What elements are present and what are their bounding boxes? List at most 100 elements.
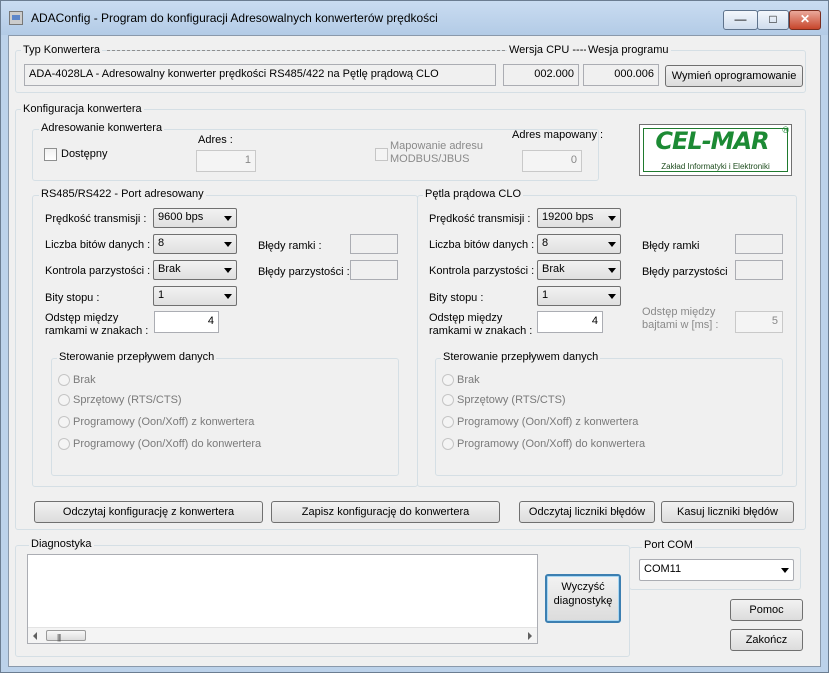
addressing-legend: Adresowanie konwertera bbox=[39, 122, 165, 134]
clo-speed-select[interactable]: 19200 bps bbox=[537, 208, 621, 228]
port-value: COM11 bbox=[644, 563, 682, 575]
cpu-version-field: 002.000 bbox=[503, 64, 579, 86]
rs485-flow-label-sw-from: Programowy (Oon/Xoff) z konwertera bbox=[73, 416, 255, 428]
rs485-frame-errors-field bbox=[350, 234, 398, 254]
clo-flow-radio-none[interactable] bbox=[442, 374, 454, 386]
chevron-down-icon bbox=[224, 216, 232, 221]
chevron-down-icon bbox=[224, 242, 232, 247]
clo-speed-value: 19200 bps bbox=[542, 211, 594, 223]
write-config-button[interactable]: Zapisz konfigurację do konwertera bbox=[271, 501, 500, 523]
app-icon bbox=[9, 11, 23, 25]
update-firmware-button[interactable]: Wymień oprogramowanie bbox=[665, 65, 803, 87]
reset-counters-button[interactable]: Kasuj liczniki błędów bbox=[661, 501, 794, 523]
rs485-flow-radio-sw-to[interactable] bbox=[58, 438, 70, 450]
exit-button[interactable]: Zakończ bbox=[730, 629, 803, 651]
mapped-address-field[interactable]: 0 bbox=[522, 150, 582, 172]
minimize-button[interactable]: — bbox=[723, 10, 758, 30]
address-field[interactable]: 1 bbox=[196, 150, 256, 172]
diagnostics-legend: Diagnostyka bbox=[29, 538, 94, 550]
rs485-parity-value: Brak bbox=[158, 263, 181, 275]
clo-flow-radio-sw-from[interactable] bbox=[442, 416, 454, 428]
clo-gap-field[interactable]: 4 bbox=[537, 311, 603, 333]
rs485-stop-value: 1 bbox=[158, 289, 165, 301]
close-button[interactable]: ✕ bbox=[789, 10, 821, 30]
mapping-checkbox[interactable] bbox=[375, 148, 388, 161]
scroll-thumb[interactable]: ||| bbox=[46, 630, 86, 642]
diagnostics-hscrollbar[interactable]: ||| bbox=[28, 627, 537, 643]
rs485-legend: RS485/RS422 - Port adresowany bbox=[39, 188, 206, 200]
chevron-down-icon bbox=[608, 242, 616, 247]
clo-flow-radio-sw-to[interactable] bbox=[442, 438, 454, 450]
clo-stop-select[interactable]: 1 bbox=[537, 286, 621, 306]
read-counters-button[interactable]: Odczytaj liczniki błędów bbox=[519, 501, 655, 523]
maximize-button[interactable]: □ bbox=[757, 10, 789, 30]
cpu-legend: Wersja CPU ---- bbox=[507, 44, 590, 56]
celmar-logo: CEL-MAR ® Zakład Informatyki i Elektroni… bbox=[639, 124, 792, 176]
rs485-parity-errors-label: Błędy parzystości : bbox=[258, 266, 350, 278]
program-legend: Wesja programu bbox=[586, 44, 671, 56]
clo-speed-label: Prędkość transmisji : bbox=[429, 213, 531, 225]
rs485-parity-label: Kontrola parzystości : bbox=[45, 265, 151, 277]
clo-bits-label: Liczba bitów danych : bbox=[429, 239, 535, 251]
program-version-field: 000.006 bbox=[583, 64, 659, 86]
clo-stop-label: Bity stopu : bbox=[429, 292, 484, 304]
window-title: ADAConfig - Program do konfiguracji Adre… bbox=[31, 11, 438, 25]
clo-parity-value: Brak bbox=[542, 263, 565, 275]
clo-parity-errors-field bbox=[735, 260, 783, 280]
clo-byte-gap-field[interactable]: 5 bbox=[735, 311, 783, 333]
logo-registered: ® bbox=[782, 125, 789, 135]
port-legend: Port COM bbox=[642, 539, 695, 551]
read-config-button[interactable]: Odczytaj konfigurację z konwertera bbox=[34, 501, 263, 523]
rs485-flow-radio-hardware[interactable] bbox=[58, 394, 70, 406]
chevron-down-icon bbox=[224, 294, 232, 299]
rs485-gap-label-line2: ramkami w znakach : bbox=[45, 325, 149, 337]
clo-parity-select[interactable]: Brak bbox=[537, 260, 621, 280]
logo-tagline: Zakład Informatyki i Elektroniki bbox=[661, 162, 770, 171]
clo-byte-gap-label: Odstęp między bajtami w [ms] : bbox=[642, 306, 718, 332]
rs485-flow-radio-sw-from[interactable] bbox=[58, 416, 70, 428]
rs485-speed-select[interactable]: 9600 bps bbox=[153, 208, 237, 228]
type-divider bbox=[107, 50, 505, 51]
minimize-icon: — bbox=[734, 12, 747, 26]
rs485-speed-label: Prędkość transmisji : bbox=[45, 213, 147, 225]
diagnostics-log[interactable]: ||| bbox=[27, 554, 538, 644]
chevron-down-icon bbox=[781, 568, 789, 573]
rs485-bits-label: Liczba bitów danych : bbox=[45, 239, 151, 251]
rs485-stop-select[interactable]: 1 bbox=[153, 286, 237, 306]
rs485-flow-legend: Sterowanie przepływem danych bbox=[57, 351, 217, 363]
device-type-field: ADA-4028LA - Adresowalny konwerter prędk… bbox=[24, 64, 496, 86]
chevron-down-icon bbox=[608, 216, 616, 221]
main-window: ADAConfig - Program do konfiguracji Adre… bbox=[0, 0, 829, 673]
port-select[interactable]: COM11 bbox=[639, 559, 794, 581]
rs485-gap-field[interactable]: 4 bbox=[154, 311, 219, 333]
type-legend: Typ Konwertera bbox=[21, 44, 103, 56]
mapped-address-label: Adres mapowany : bbox=[512, 129, 604, 141]
clo-byte-gap-label-line2: bajtami w [ms] : bbox=[642, 319, 719, 331]
clear-diagnostics-line1: Wyczyść bbox=[561, 581, 605, 593]
clear-diagnostics-line2: diagnostykę bbox=[553, 595, 613, 607]
rs485-parity-select[interactable]: Brak bbox=[153, 260, 237, 280]
rs485-flow-label-none: Brak bbox=[73, 374, 96, 386]
rs485-flow-radio-none[interactable] bbox=[58, 374, 70, 386]
clo-bits-select[interactable]: 8 bbox=[537, 234, 621, 254]
clo-flow-legend: Sterowanie przepływem danych bbox=[441, 351, 601, 363]
help-button[interactable]: Pomoc bbox=[730, 599, 803, 621]
logo-brand: CEL-MAR bbox=[655, 127, 769, 155]
clo-gap-label: Odstęp między ramkami w znakach : bbox=[429, 312, 532, 338]
scroll-right-icon[interactable] bbox=[528, 632, 532, 640]
clo-flow-radio-hardware[interactable] bbox=[442, 394, 454, 406]
title-bar[interactable]: ADAConfig - Program do konfiguracji Adre… bbox=[1, 1, 828, 35]
rs485-flow-label-hardware: Sprzętowy (RTS/CTS) bbox=[73, 394, 182, 406]
clear-diagnostics-button[interactable]: Wyczyść diagnostykę bbox=[545, 574, 621, 623]
client-area: Typ Konwertera Wersja CPU ---- Wesja pro… bbox=[8, 35, 821, 667]
mapping-label: Mapowanie adresu MODBUS/JBUS bbox=[390, 140, 483, 166]
rs485-bits-select[interactable]: 8 bbox=[153, 234, 237, 254]
scroll-left-icon[interactable] bbox=[33, 632, 37, 640]
clo-flow-label-sw-to: Programowy (Oon/Xoff) do konwertera bbox=[457, 438, 646, 450]
close-icon: ✕ bbox=[799, 12, 811, 26]
address-label: Adres : bbox=[198, 134, 233, 146]
clo-stop-value: 1 bbox=[542, 289, 549, 301]
rs485-frame-errors-label: Błędy ramki : bbox=[258, 240, 322, 252]
clo-parity-errors-label: Błędy parzystości bbox=[642, 266, 728, 278]
available-checkbox[interactable] bbox=[44, 148, 57, 161]
